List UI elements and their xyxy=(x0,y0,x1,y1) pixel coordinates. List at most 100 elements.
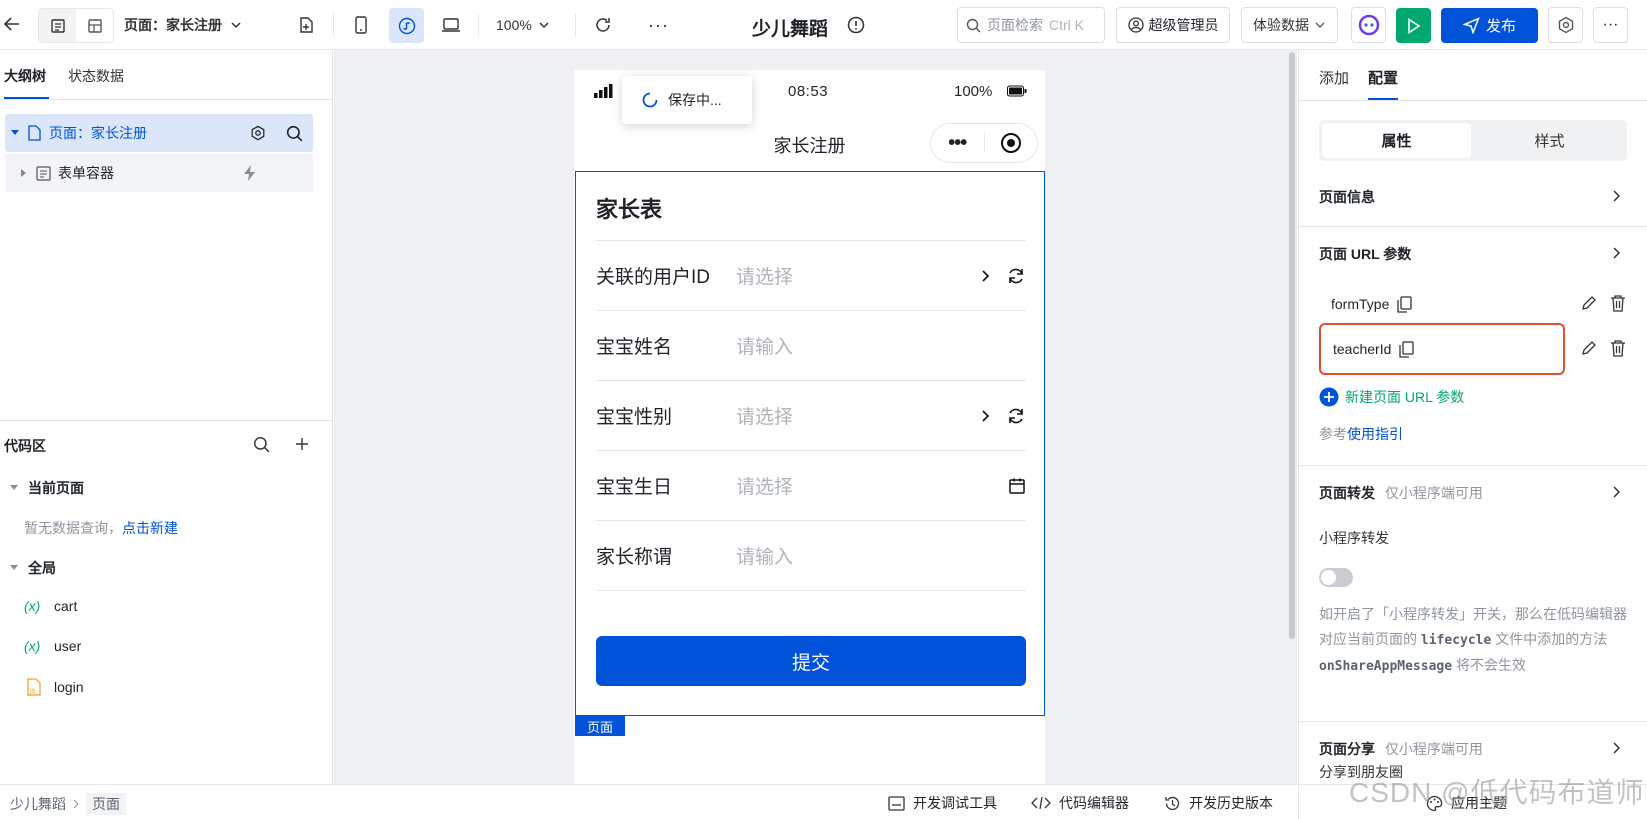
trash-icon[interactable] xyxy=(1610,294,1626,312)
gear-icon[interactable] xyxy=(250,125,266,141)
create-link[interactable]: 点击新建 xyxy=(122,520,178,536)
refresh-icon[interactable] xyxy=(593,15,613,35)
more-icon[interactable]: ··· xyxy=(648,15,669,36)
page-view-icon[interactable] xyxy=(39,9,76,42)
battery-icon xyxy=(1007,85,1027,97)
url-params-section[interactable]: 页面 URL 参数 xyxy=(1319,244,1411,264)
edit-icon[interactable] xyxy=(1581,295,1597,311)
chevron-right-icon[interactable] xyxy=(1611,246,1621,260)
forward-note: 仅小程序端可用 xyxy=(1384,485,1483,501)
page-share-section[interactable]: 页面分享 仅小程序端可用 xyxy=(1319,739,1483,759)
section-divider xyxy=(0,420,333,421)
publish-label: 发布 xyxy=(1485,18,1516,35)
form-field-baby-birthday[interactable]: 宝宝生日 请选择 xyxy=(596,451,1026,521)
miniprogram-preview-icon[interactable] xyxy=(389,8,424,43)
form-field-baby-name[interactable]: 宝宝姓名 请输入 xyxy=(596,311,1026,381)
left-tabs: 大纲树 状态数据 xyxy=(0,50,332,100)
share-title: 页面分享 xyxy=(1319,741,1375,757)
edit-icon[interactable] xyxy=(1581,340,1597,356)
tab-outline[interactable]: 大纲树 xyxy=(4,66,46,86)
breadcrumb-page[interactable]: 页面 xyxy=(86,793,126,815)
play-icon xyxy=(1407,17,1420,34)
property-style-switch: 属性 样式 xyxy=(1319,120,1627,161)
guide-link[interactable]: 使用指引 xyxy=(1347,426,1403,442)
page-icon xyxy=(28,125,41,141)
variable-name: cart xyxy=(54,598,78,614)
canvas-scrollbar[interactable] xyxy=(1289,52,1295,639)
close-miniprogram-icon[interactable] xyxy=(985,132,1038,154)
more-icon[interactable]: ··· xyxy=(1593,7,1628,43)
copy-icon[interactable] xyxy=(1399,340,1415,358)
mobile-preview-icon[interactable] xyxy=(354,16,368,34)
tab-styles[interactable]: 样式 xyxy=(1475,123,1624,158)
add-page-icon[interactable] xyxy=(297,16,315,34)
chevron-down-icon xyxy=(1315,22,1325,29)
function-item-login[interactable]: JS login xyxy=(24,678,84,696)
tab-config[interactable]: 配置 xyxy=(1368,67,1398,88)
debug-tools-button[interactable]: 开发调试工具 xyxy=(888,793,997,813)
tab-add[interactable]: 添加 xyxy=(1319,67,1349,88)
chevron-right-icon[interactable] xyxy=(1611,485,1621,499)
refresh-icon[interactable] xyxy=(1006,266,1026,286)
variable-item-cart[interactable]: (x) cart xyxy=(24,598,77,614)
tab-state-data[interactable]: 状态数据 xyxy=(68,66,124,86)
form-container[interactable]: 家长表 关联的用户ID 请选择 宝宝姓名 请输入 宝宝性别 请选择 宝宝生日 请… xyxy=(575,171,1045,716)
debug-console-icon xyxy=(888,795,905,811)
page-tag[interactable]: 页面 xyxy=(575,716,625,736)
mini-forward-toggle[interactable] xyxy=(1319,568,1353,587)
calendar-icon[interactable] xyxy=(1008,477,1026,495)
layout-view-icon[interactable] xyxy=(76,9,113,42)
form-field-parent-title[interactable]: 家长称谓 请输入 xyxy=(596,521,1026,591)
info-icon[interactable] xyxy=(847,16,865,34)
refresh-icon[interactable] xyxy=(1006,406,1026,426)
current-page-group[interactable]: 当前页面 xyxy=(10,478,84,498)
code-area-title: 代码区 xyxy=(4,438,46,454)
submit-button[interactable]: 提交 xyxy=(596,636,1026,686)
desktop-preview-icon[interactable] xyxy=(441,17,461,33)
variable-item-user[interactable]: (x) user xyxy=(24,638,81,654)
variable-icon: (x) xyxy=(24,598,41,614)
desc-part: 文件中添加的方法 xyxy=(1491,631,1608,647)
plus-icon[interactable] xyxy=(294,436,310,452)
field-placeholder: 请选择 xyxy=(736,477,794,498)
breadcrumb: 少儿舞蹈 页面 xyxy=(10,793,126,815)
add-url-param-button[interactable]: 新建页面 URL 参数 xyxy=(1319,387,1464,407)
settings-button[interactable] xyxy=(1548,7,1583,43)
ai-assistant-button[interactable] xyxy=(1351,7,1386,43)
trash-icon[interactable] xyxy=(1610,339,1626,357)
chevron-right-icon[interactable] xyxy=(1611,189,1621,203)
tab-properties[interactable]: 属性 xyxy=(1322,123,1471,158)
history-button[interactable]: 开发历史版本 xyxy=(1164,793,1273,813)
admin-button[interactable]: 超级管理员 xyxy=(1116,7,1230,43)
lightning-icon[interactable] xyxy=(243,165,257,181)
more-icon[interactable]: ••• xyxy=(931,132,984,155)
search-icon[interactable] xyxy=(286,125,303,142)
tree-item-form-container[interactable]: 表单容器 xyxy=(5,154,313,192)
page-search-input[interactable]: 页面检索 Ctrl K xyxy=(957,7,1105,43)
page-selector[interactable]: 页面：家长注册 xyxy=(124,8,242,42)
breadcrumb-app[interactable]: 少儿舞蹈 xyxy=(10,794,66,814)
publish-button[interactable]: 发布 xyxy=(1441,8,1538,43)
form-field-baby-gender[interactable]: 宝宝性别 请选择 xyxy=(596,381,1026,451)
section-divider xyxy=(1299,721,1647,722)
data-env-select[interactable]: 体验数据 xyxy=(1241,7,1338,43)
search-icon[interactable] xyxy=(253,436,270,453)
run-button[interactable] xyxy=(1396,8,1431,43)
field-label: 宝宝生日 xyxy=(596,477,673,498)
copy-icon[interactable] xyxy=(1397,295,1413,313)
add-param-label: 新建页面 URL 参数 xyxy=(1345,389,1465,405)
form-field-user-id[interactable]: 关联的用户ID 请选择 xyxy=(596,241,1026,311)
mini-forward-label: 小程序转发 xyxy=(1319,530,1389,546)
code-editor-label: 代码编辑器 xyxy=(1059,795,1129,811)
back-arrow-icon[interactable] xyxy=(2,14,22,34)
chevron-right-icon[interactable] xyxy=(1611,741,1621,755)
tree-item-page[interactable]: 页面：家长注册 xyxy=(5,114,313,152)
caret-down-icon xyxy=(10,485,18,490)
url-param-teacherid[interactable]: teacherId xyxy=(1319,323,1565,375)
page-info-section[interactable]: 页面信息 xyxy=(1319,187,1375,207)
page-forward-section[interactable]: 页面转发 仅小程序端可用 xyxy=(1319,483,1483,503)
guide-prefix: 参考 xyxy=(1319,426,1347,442)
code-editor-button[interactable]: 代码编辑器 xyxy=(1031,793,1129,813)
global-group[interactable]: 全局 xyxy=(10,558,56,578)
zoom-selector[interactable]: 100% xyxy=(496,8,550,42)
